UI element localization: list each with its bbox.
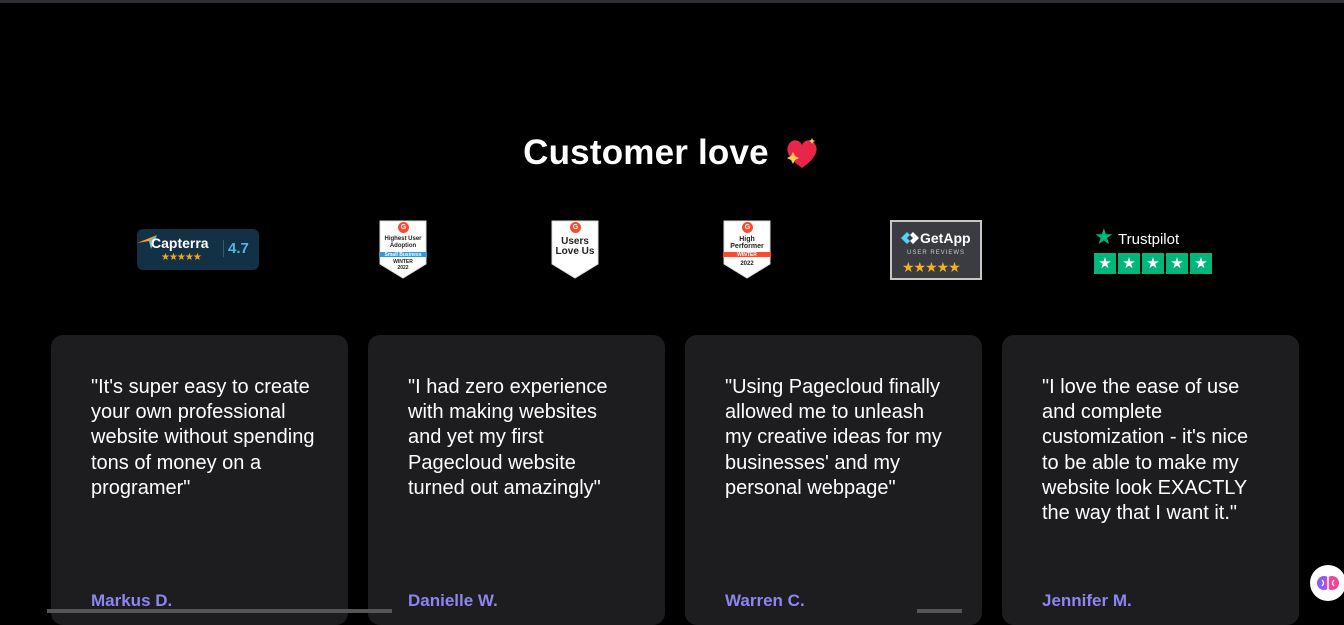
g2-performer-season: WINTER: [737, 252, 757, 258]
g2-users-love-us-badge[interactable]: G Users Love Us: [550, 220, 600, 280]
trustpilot-star-box: ★: [1166, 253, 1188, 274]
getapp-badge[interactable]: GetApp USER REVIEWS ★★★★★: [890, 220, 982, 280]
capterra-rating: 4.7: [223, 240, 249, 257]
capterra-badge[interactable]: Capterra ★★★★★ 4.7: [137, 229, 259, 270]
capterra-stars: ★★★★★: [161, 252, 202, 263]
testimonial-author: Markus D.: [91, 591, 173, 610]
g2-performer-line2: Performer: [730, 243, 764, 250]
getapp-name: GetApp: [920, 230, 971, 246]
g2-performer-line1: High: [739, 236, 755, 243]
testimonial-card: "Using Pagecloud finally allowed me to u…: [685, 335, 982, 625]
trustpilot-star-box: ★: [1142, 253, 1164, 274]
trustpilot-star-icon: ★: [1094, 224, 1114, 249]
g2-adoption-line2: Adoption: [389, 243, 417, 249]
getapp-stars: ★★★★★: [902, 259, 961, 275]
testimonial-card: "I love the ease of use and complete cus…: [1002, 335, 1299, 625]
g2-highest-adoption-badge[interactable]: G Highest User Adoption Small Business W…: [378, 220, 428, 280]
top-border: [0, 0, 1344, 3]
capterra-name: Capterra: [151, 235, 209, 251]
trustpilot-star-box: ★: [1118, 253, 1140, 274]
testimonial-author: Danielle W.: [408, 591, 498, 610]
testimonial-author: Warren C.: [725, 591, 805, 610]
g2-logo-icon: G: [570, 222, 581, 233]
g2-adoption-line1: Highest User: [384, 236, 422, 242]
sparkling-heart-icon: [786, 138, 817, 168]
g2-adoption-band: Small Business: [384, 252, 422, 258]
scroll-indicator[interactable]: [917, 609, 962, 613]
g2-performer-year: 2022: [740, 261, 754, 267]
testimonial-quote: "I love the ease of use and complete cus…: [1042, 376, 1249, 525]
testimonial-author: Jennifer M.: [1042, 591, 1132, 610]
trustpilot-star-box: ★: [1094, 253, 1116, 274]
section-title: Customer love: [523, 133, 769, 172]
testimonial-card: "I had zero experience with making websi…: [368, 335, 665, 625]
g2-love-line2: Love Us: [555, 246, 595, 257]
g2-adoption-year: 2022: [397, 265, 409, 271]
getapp-subtitle: USER REVIEWS: [906, 250, 965, 256]
testimonial-quote: "I had zero experience with making websi…: [408, 376, 608, 499]
g2-logo-icon: G: [398, 222, 409, 233]
g2-high-performer-badge[interactable]: G High Performer WINTER 2022: [722, 220, 772, 280]
assistant-button[interactable]: [1310, 565, 1344, 601]
brain-icon: [1317, 576, 1339, 590]
trustpilot-name: Trustpilot: [1118, 231, 1180, 248]
g2-logo-icon: G: [742, 222, 753, 233]
section-header: Customer love: [0, 133, 1344, 173]
trustpilot-star-box: ★: [1190, 253, 1212, 274]
trustpilot-rating: ★ ★ ★ ★ ★: [1094, 253, 1212, 274]
testimonial-card: "It's super easy to create your own prof…: [51, 335, 348, 625]
trustpilot-badge[interactable]: ★ Trustpilot ★ ★ ★ ★ ★: [1094, 226, 1216, 276]
scroll-indicator[interactable]: [47, 609, 392, 613]
testimonial-quote: "Using Pagecloud finally allowed me to u…: [725, 376, 942, 499]
getapp-logo-icon: [901, 232, 919, 244]
testimonial-quote: "It's super easy to create your own prof…: [91, 376, 315, 499]
